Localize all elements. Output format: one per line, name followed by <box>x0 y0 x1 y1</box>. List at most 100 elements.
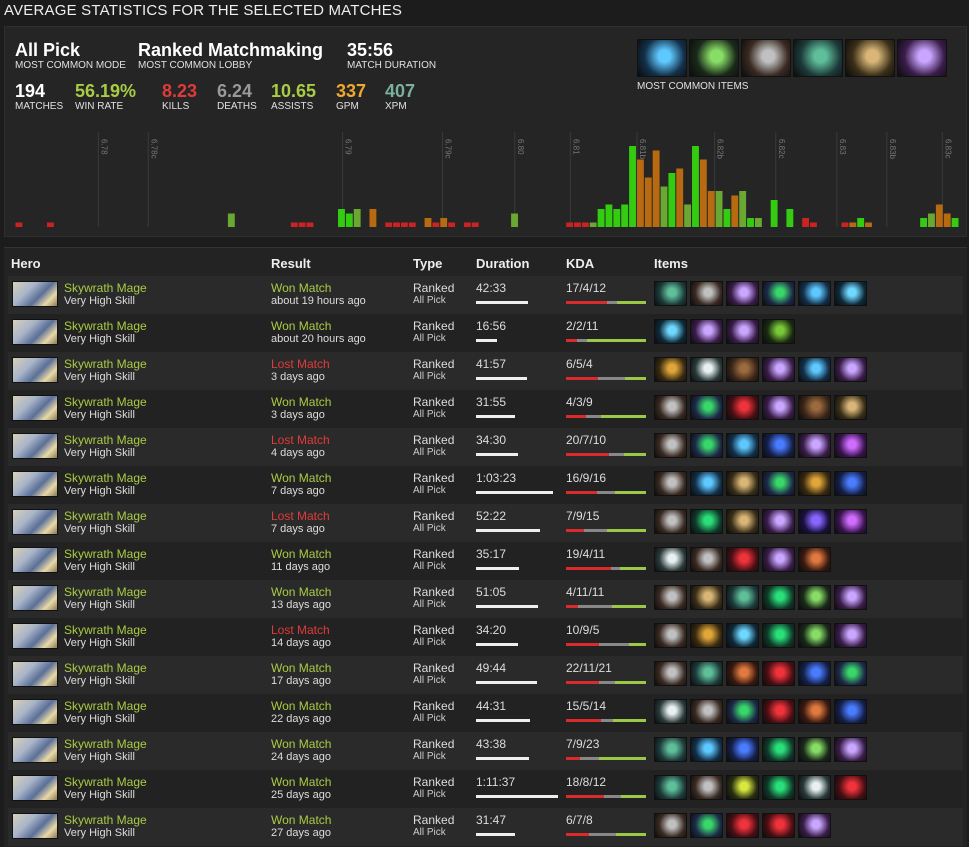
chart-bar[interactable] <box>636 159 644 228</box>
item-dagon-icon[interactable] <box>798 813 831 838</box>
chart-bar[interactable] <box>849 222 857 228</box>
item-wind-icon[interactable] <box>654 699 687 724</box>
chart-bar[interactable] <box>629 146 636 227</box>
match-result[interactable]: Lost Match <box>271 623 330 637</box>
item-green-icon[interactable] <box>690 509 723 534</box>
item-force-icon[interactable] <box>798 585 831 610</box>
hero-portrait[interactable] <box>12 471 58 497</box>
item-green-icon[interactable] <box>762 623 795 648</box>
item-dagon-icon[interactable] <box>726 319 759 344</box>
item-scroll-icon[interactable] <box>726 471 759 496</box>
match-result[interactable]: Won Match <box>271 737 331 751</box>
item-boots-icon[interactable] <box>654 813 687 838</box>
item-eul-icon[interactable] <box>726 585 759 610</box>
item-dagon-icon[interactable] <box>834 737 867 762</box>
table-row[interactable]: Skywrath Mage Very High Skill Won Match … <box>8 542 963 580</box>
chart-bar[interactable] <box>731 195 739 228</box>
item-blink-icon[interactable] <box>654 319 687 344</box>
item-eul-icon[interactable] <box>690 661 723 686</box>
chart-bar[interactable] <box>393 222 400 228</box>
item-scroll-icon[interactable] <box>726 509 759 534</box>
item-scepter-icon[interactable] <box>834 471 867 496</box>
chart-bar[interactable] <box>581 222 589 228</box>
item-force-icon[interactable] <box>798 623 831 648</box>
item-dagon-icon[interactable] <box>690 319 723 344</box>
item-eul-icon[interactable] <box>654 737 687 762</box>
item-dagon-icon[interactable] <box>762 547 795 572</box>
chart-bar[interactable] <box>841 222 849 228</box>
match-result[interactable]: Won Match <box>271 775 331 789</box>
chart-bar[interactable] <box>865 222 872 228</box>
item-boots-icon[interactable] <box>654 623 687 648</box>
hero-name[interactable]: Skywrath Mage <box>64 509 147 523</box>
item-boots-icon[interactable] <box>690 281 723 306</box>
chart-bar[interactable] <box>739 191 747 227</box>
item-scepter-icon[interactable] <box>798 661 831 686</box>
hero-name[interactable]: Skywrath Mage <box>64 433 147 447</box>
hero-name[interactable]: Skywrath Mage <box>64 547 147 561</box>
header-result[interactable]: Result <box>271 256 311 271</box>
chart-bar[interactable] <box>448 222 456 228</box>
chart-bar[interactable] <box>463 222 471 228</box>
item-gem-icon[interactable] <box>690 433 723 458</box>
chart-bar[interactable] <box>754 218 762 227</box>
item-orb-icon[interactable] <box>690 623 723 648</box>
item-purple-icon[interactable] <box>834 509 867 534</box>
chart-bar[interactable] <box>432 222 440 228</box>
hero-portrait[interactable] <box>12 623 58 649</box>
item-scroll-icon[interactable] <box>690 585 723 610</box>
chart-bar[interactable] <box>613 209 621 227</box>
hero-name[interactable]: Skywrath Mage <box>64 395 147 409</box>
item-boots-icon[interactable] <box>654 433 687 458</box>
chart-bar[interactable] <box>707 191 715 227</box>
item-red-icon[interactable] <box>726 547 759 572</box>
chart-bar[interactable] <box>857 218 865 227</box>
hero-portrait[interactable] <box>12 433 58 459</box>
hero-name[interactable]: Skywrath Mage <box>64 471 147 485</box>
hero-portrait[interactable] <box>12 357 58 383</box>
item-dagon-icon[interactable] <box>834 357 867 382</box>
chart-bar[interactable] <box>46 222 54 228</box>
table-row[interactable]: Skywrath Mage Very High Skill Won Match … <box>8 694 963 732</box>
chart-bar[interactable] <box>338 209 345 227</box>
item-arcane-icon[interactable] <box>726 433 759 458</box>
item-boots-icon[interactable] <box>690 547 723 572</box>
match-result[interactable]: Won Match <box>271 585 331 599</box>
hero-portrait[interactable] <box>12 281 58 307</box>
chart-bar[interactable] <box>605 204 613 228</box>
item-boots-icon[interactable] <box>654 471 687 496</box>
header-kda[interactable]: KDA <box>566 256 594 271</box>
chart-bar[interactable] <box>440 218 448 227</box>
item-boots-icon[interactable] <box>654 509 687 534</box>
item-orb-icon[interactable] <box>654 357 687 382</box>
match-result[interactable]: Lost Match <box>271 509 330 523</box>
hero-portrait[interactable] <box>12 585 58 611</box>
match-result[interactable]: Won Match <box>271 661 331 675</box>
chart-bar[interactable] <box>810 222 817 228</box>
item-eul-icon[interactable] <box>654 281 687 306</box>
hero-name[interactable]: Skywrath Mage <box>64 357 147 371</box>
chart-bar[interactable] <box>676 168 684 228</box>
boots-icon[interactable] <box>741 39 791 77</box>
hero-name[interactable]: Skywrath Mage <box>64 661 147 675</box>
item-boots-icon[interactable] <box>654 395 687 420</box>
item-gem-icon[interactable] <box>834 661 867 686</box>
chart-bar[interactable] <box>385 222 393 228</box>
match-result[interactable]: Lost Match <box>271 433 330 447</box>
hero-portrait[interactable] <box>12 775 58 801</box>
hero-portrait[interactable] <box>12 661 58 687</box>
chart-bar[interactable] <box>290 222 298 228</box>
chart-bar[interactable] <box>668 173 676 227</box>
chart-bar[interactable] <box>770 200 778 227</box>
match-result[interactable]: Won Match <box>271 547 331 561</box>
hero-name[interactable]: Skywrath Mage <box>64 623 147 637</box>
chart-bar[interactable] <box>353 209 361 227</box>
item-red-icon[interactable] <box>762 661 795 686</box>
item-scepter-icon[interactable] <box>726 737 759 762</box>
item-dagon-icon[interactable] <box>762 509 795 534</box>
item-salve-icon[interactable] <box>762 319 795 344</box>
item-boots-icon[interactable] <box>690 699 723 724</box>
item-red-icon[interactable] <box>834 775 867 800</box>
chart-bar[interactable] <box>424 218 432 227</box>
item-gem-icon[interactable] <box>690 395 723 420</box>
